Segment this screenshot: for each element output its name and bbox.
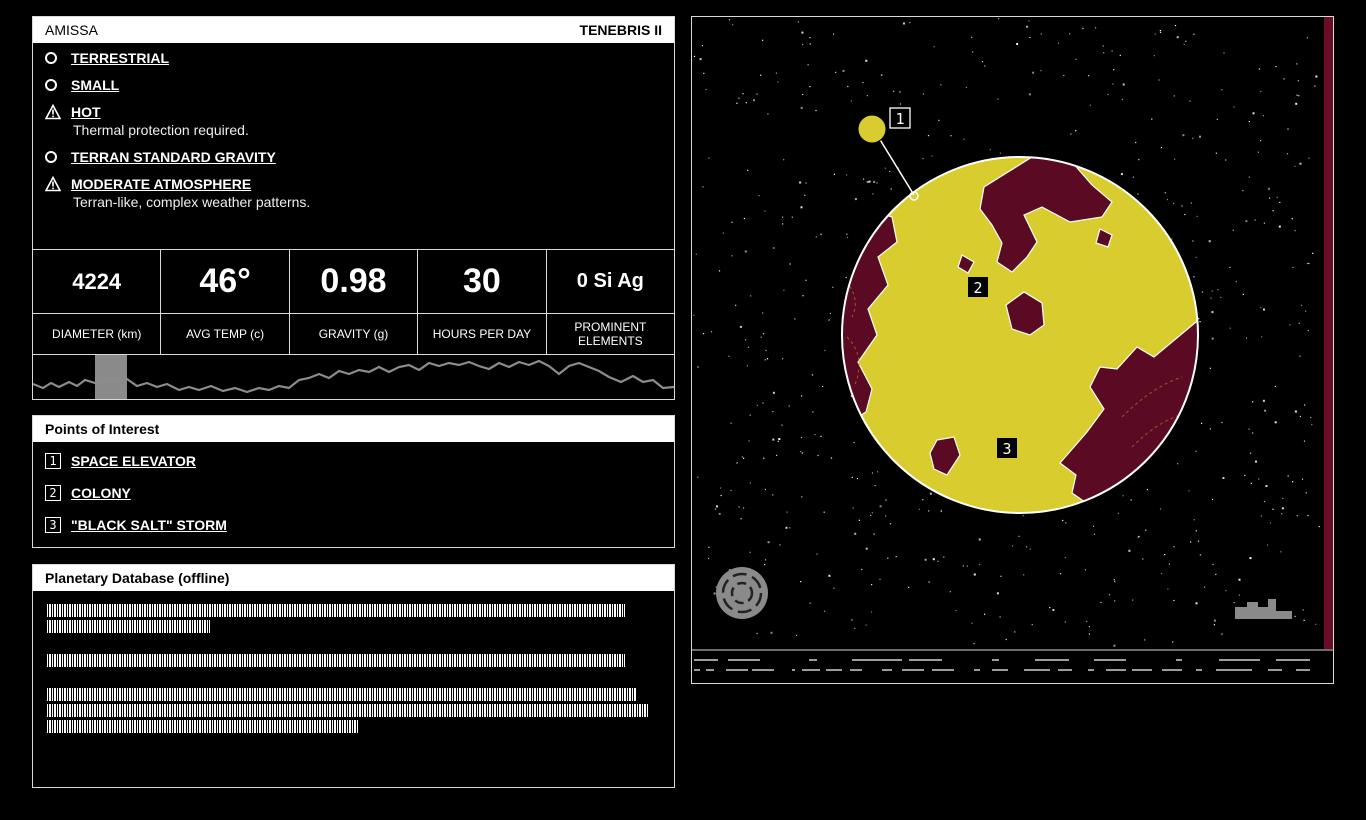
poi-link[interactable]: COLONY	[71, 485, 131, 501]
property-item: TERRESTRIAL	[45, 49, 662, 67]
warning-icon	[45, 176, 61, 192]
planet-info-header: AMISSA TENEBRIS II	[33, 17, 674, 43]
property-item: SMALL	[45, 76, 662, 94]
poi-item[interactable]: 3 "BLACK SALT" STORM	[45, 516, 662, 534]
terrain-profile-graph[interactable]	[33, 354, 674, 399]
poi-number-badge: 1	[45, 453, 61, 469]
property-description: Terran-like, complex weather patterns.	[73, 194, 311, 210]
planet-globe[interactable]	[832, 156, 1222, 517]
property-item: TERRAN STANDARD GRAVITY	[45, 148, 662, 166]
storm-marker[interactable]: 3	[997, 438, 1017, 458]
stat-label: HOURS PER DAY	[418, 314, 546, 355]
poi-number-badge: 2	[45, 485, 61, 501]
property-item: HOT Thermal protection required.	[45, 103, 662, 139]
profile-selection-window[interactable]	[95, 355, 127, 399]
planet-map-view[interactable]: 1 2 3	[691, 16, 1334, 684]
planet-name: AMISSA	[45, 22, 98, 38]
property-link[interactable]: TERRESTRIAL	[71, 50, 169, 66]
stat-gravity: 0.98 GRAVITY (g)	[289, 250, 419, 355]
circle-icon	[45, 79, 57, 91]
redacted-text-block	[33, 591, 674, 733]
planetary-database-panel: Planetary Database (offline)	[32, 564, 675, 788]
stat-label: AVG TEMP (c)	[161, 314, 289, 355]
redacted-line	[47, 720, 359, 733]
map-marker-label: 1	[895, 110, 904, 128]
stats-grid: 4224 DIAMETER (km) 46° AVG TEMP (c) 0.98…	[33, 249, 675, 355]
side-scroll-bar[interactable]	[1324, 17, 1333, 649]
map-marker-label: 3	[1002, 440, 1011, 458]
database-title: Planetary Database (offline)	[45, 570, 230, 586]
poi-item[interactable]: 2 COLONY	[45, 484, 662, 502]
poi-title: Points of Interest	[45, 421, 160, 437]
property-link[interactable]: HOT	[71, 104, 101, 120]
map-marker-label: 2	[973, 279, 982, 297]
space-elevator-marker[interactable]: 1	[857, 107, 919, 201]
readout-strip	[694, 659, 1310, 671]
stat-value: 4224	[33, 250, 161, 314]
planet-info-panel: AMISSA TENEBRIS II TERRESTRIAL SMALL HOT…	[32, 16, 675, 400]
poi-list: 1 SPACE ELEVATOR 2 COLONY 3 "BLACK SALT"…	[33, 442, 674, 534]
redacted-line	[47, 654, 625, 667]
stat-label: PROMINENT ELEMENTS	[546, 314, 675, 355]
stat-value: 0 Si Ag	[546, 250, 675, 314]
redacted-line	[47, 604, 625, 617]
poi-link[interactable]: "BLACK SALT" STORM	[71, 517, 227, 533]
base-icon[interactable]	[1235, 599, 1292, 619]
radar-icon[interactable]	[716, 567, 768, 619]
circle-icon	[45, 52, 57, 64]
property-description: Thermal protection required.	[73, 122, 249, 138]
circle-icon	[45, 151, 57, 163]
poi-number-badge: 3	[45, 517, 61, 533]
property-item: MODERATE ATMOSPHERE Terran-like, complex…	[45, 175, 662, 211]
property-link[interactable]: SMALL	[71, 77, 119, 93]
poi-link[interactable]: SPACE ELEVATOR	[71, 453, 196, 469]
property-list: TERRESTRIAL SMALL HOT Thermal protection…	[33, 43, 674, 211]
stat-label: GRAVITY (g)	[289, 314, 418, 355]
colony-marker[interactable]: 2	[968, 277, 988, 297]
database-header: Planetary Database (offline)	[33, 565, 674, 591]
stat-prominent-elements: 0 Si Ag PROMINENT ELEMENTS	[546, 250, 675, 355]
system-name: TENEBRIS II	[579, 22, 662, 38]
stat-value: 30	[418, 250, 546, 314]
points-of-interest-panel: Points of Interest 1 SPACE ELEVATOR 2 CO…	[32, 415, 675, 548]
stat-label: DIAMETER (km)	[33, 314, 161, 355]
redacted-line	[47, 620, 210, 633]
poi-item[interactable]: 1 SPACE ELEVATOR	[45, 452, 662, 470]
stat-avg-temp: 46° AVG TEMP (c)	[161, 250, 290, 355]
warning-icon	[45, 104, 61, 120]
poi-header: Points of Interest	[33, 416, 674, 442]
stat-hours-per-day: 30 HOURS PER DAY	[418, 250, 547, 355]
stat-diameter: 4224 DIAMETER (km)	[33, 250, 162, 355]
redacted-line	[47, 704, 648, 717]
property-link[interactable]: TERRAN STANDARD GRAVITY	[71, 149, 276, 165]
stat-value: 46°	[161, 250, 289, 314]
planet-map-canvas[interactable]: 1 2 3	[692, 17, 1333, 683]
stat-value: 0.98	[289, 250, 418, 314]
property-link[interactable]: MODERATE ATMOSPHERE	[71, 176, 251, 192]
redacted-line	[47, 688, 637, 701]
